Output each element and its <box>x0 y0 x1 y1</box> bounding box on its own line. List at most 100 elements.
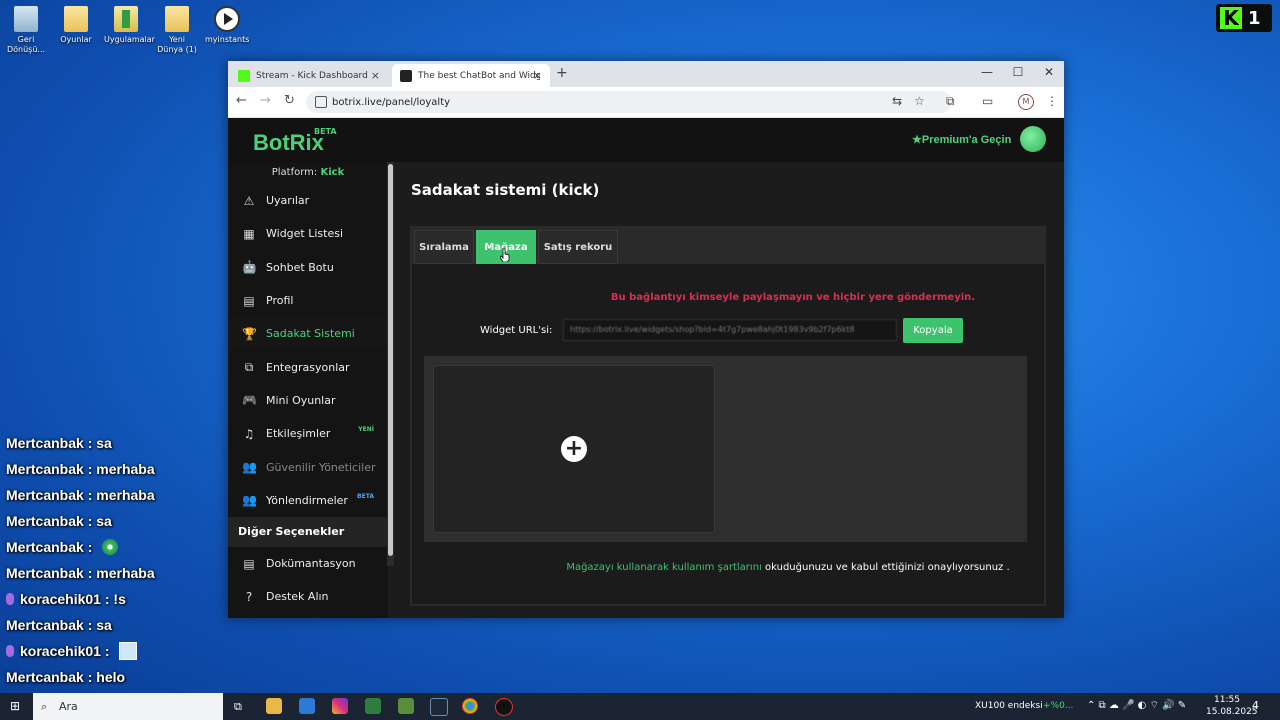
chat-separator: : <box>83 435 97 451</box>
chat-separator: : <box>83 513 97 529</box>
maximize-button[interactable]: ☐ <box>1003 65 1033 79</box>
search-placeholder: Ara <box>59 700 78 713</box>
widget-url-field[interactable]: https://botrix.live/widgets/shop?bid=4t7… <box>563 319 897 341</box>
copy-button[interactable]: Kopyala <box>903 318 963 343</box>
sidebar-item-yonlendirmeler[interactable]: 👥 Yönlendirmeler BETA <box>228 484 388 517</box>
viewer-count: 1 <box>1248 7 1261 29</box>
tab-botrix[interactable]: The best ChatBot and Widgets × <box>392 64 550 87</box>
loyalty-tabs: Sıralama Mağaza Satış rekoru <box>412 228 1044 264</box>
desktop-icon-yeni-dunya[interactable]: Yeni Dünya (1) <box>155 6 199 55</box>
chat-separator: : <box>83 539 97 555</box>
user-avatar[interactable] <box>1020 126 1046 152</box>
clock-time[interactable]: 11:55 <box>1214 695 1240 705</box>
gamepad-icon: 🎮 <box>242 393 257 408</box>
clock-date[interactable]: 15.08.2025 <box>1206 707 1258 717</box>
taskbar-search[interactable]: ⌕ Ara <box>33 693 223 720</box>
close-window-button[interactable]: ✕ <box>1034 65 1064 79</box>
book-icon: ▤ <box>243 556 255 571</box>
menu-icon[interactable]: ⋮ <box>1046 94 1058 108</box>
profile-avatar[interactable]: M <box>1018 94 1034 110</box>
close-tab-icon[interactable]: × <box>371 69 380 82</box>
scrollbar-thumb[interactable] <box>388 164 393 556</box>
kick-favicon-icon <box>238 69 250 82</box>
plus-icon[interactable]: + <box>561 436 587 462</box>
sidebar-item-widget-listesi[interactable]: ▦ Widget Listesi <box>228 217 388 250</box>
minimize-button[interactable]: — <box>972 65 1002 79</box>
tab-title: Stream - Kick Dashboard <box>256 70 368 81</box>
desktop-icon-label: myinstants <box>205 35 250 44</box>
store-icon[interactable] <box>299 698 315 714</box>
new-badge: YENİ <box>358 426 374 434</box>
site-info-icon[interactable] <box>315 96 327 108</box>
sidebar-scrollbar[interactable] <box>387 162 394 566</box>
minecraft-launcher-icon[interactable] <box>365 698 381 714</box>
browser-window: Stream - Kick Dashboard × The best ChatB… <box>228 61 1064 618</box>
sidebar-item-sohbet-botu[interactable]: 🤖 Sohbet Botu <box>228 251 388 284</box>
windows-start-icon[interactable]: ⊞ <box>10 699 20 713</box>
chat-message: koracehik01 : !s <box>6 586 155 612</box>
platform-indicator: Platform: Kick <box>228 162 388 184</box>
sidebar-item-profil[interactable]: ▤ Profil <box>228 284 388 317</box>
chat-separator: : <box>100 591 114 607</box>
obs-icon[interactable] <box>495 698 513 716</box>
desktop-icon-oyunlar[interactable]: Oyunlar <box>54 6 98 45</box>
chat-separator: : <box>83 461 97 477</box>
chat-username: Mertcanbak <box>6 513 84 529</box>
terms-link[interactable]: Mağazayı kullanarak kullanım şartlarını <box>566 562 762 573</box>
desktop-icon-recycle-bin[interactable]: Geri Dönüşü... <box>4 6 48 55</box>
desktop-icon-myinstants[interactable]: myinstants <box>205 6 249 45</box>
folder-icon <box>165 6 189 32</box>
premium-link[interactable]: ★Premium'a Geçin <box>912 133 1011 146</box>
extensions-icon[interactable]: ⧉ <box>946 94 955 109</box>
tab-siralama[interactable]: Sıralama <box>414 230 474 264</box>
main-content: Sadakat sistemi (kick) Sıralama Mağaza S… <box>394 162 1064 618</box>
translate-icon[interactable]: ⇆ <box>892 94 902 108</box>
widget-url-label: Widget URL'si: <box>480 325 553 336</box>
chat-separator: : <box>83 565 97 581</box>
reload-button[interactable]: ↻ <box>284 93 295 108</box>
desktop-icon-label: Yeni Dünya (1) <box>157 35 197 54</box>
subscriber-badge-icon <box>6 593 14 605</box>
chat-message: Mertcanbak : sa <box>6 430 155 456</box>
new-tab-button[interactable]: + <box>556 65 568 81</box>
sidebar-item-label: Uyarılar <box>266 194 310 208</box>
integration-icon: ⧉ <box>244 359 254 374</box>
chrome-icon[interactable] <box>462 698 478 714</box>
minecraft-icon[interactable] <box>398 698 414 714</box>
chat-separator: : <box>83 617 97 633</box>
cast-icon[interactable]: ▭ <box>982 94 993 108</box>
tab-kick-dashboard[interactable]: Stream - Kick Dashboard × <box>230 64 388 87</box>
sidebar-item-destek-alin[interactable]: ? Destek Alın <box>228 580 388 613</box>
chat-username: Mertcanbak <box>6 539 84 555</box>
notification-icon[interactable]: 4 <box>1252 699 1259 712</box>
chat-text: sa <box>96 435 112 451</box>
chat-separator: : <box>83 669 97 685</box>
sidebar-item-sadakat-sistemi[interactable]: 🏆 Sadakat Sistemi <box>228 317 388 351</box>
sidebar-item-entegrasyonlar[interactable]: ⧉ Entegrasyonlar <box>228 350 388 383</box>
back-button[interactable]: ← <box>236 93 247 108</box>
chat-username: koracehik01 <box>20 591 101 607</box>
close-tab-icon[interactable]: × <box>533 69 542 82</box>
file-explorer-icon[interactable] <box>266 698 282 714</box>
sidebar-item-uyarilar[interactable]: ⚠ Uyarılar <box>228 184 388 217</box>
instagram-icon[interactable] <box>332 698 348 714</box>
bookmark-star-icon[interactable]: ☆ <box>914 94 925 108</box>
chat-message: Mertcanbak : merhaba <box>6 482 155 508</box>
tray-icons[interactable]: ⌃ ⧉ ☁ 🎤 ◐ ⌔ 🔊 ✎ <box>1087 699 1186 712</box>
sidebar-item-dokumantasyon[interactable]: ▤ Dokümantasyon <box>228 547 388 580</box>
task-view-icon[interactable]: ⧉ <box>234 700 242 714</box>
terms-notice: Mağazayı kullanarak kullanım şartlarını … <box>412 562 1044 573</box>
tab-satis-rekoru[interactable]: Satış rekoru <box>538 230 618 264</box>
sidebar-item-etkilesimler[interactable]: ♫ Etkileşimler YENİ <box>228 417 388 450</box>
steam-icon[interactable] <box>430 698 448 716</box>
sidebar-item-label: Mini Oyunlar <box>266 393 336 407</box>
stock-ticker[interactable]: XU100 endeksi <box>975 701 1043 711</box>
url-input[interactable]: botrix.live/panel/loyalty <box>306 91 952 113</box>
grid-icon: ▦ <box>243 226 255 241</box>
add-item-card[interactable]: + <box>433 365 715 533</box>
sidebar-item-mini-oyunlar[interactable]: 🎮 Mini Oyunlar <box>228 384 388 417</box>
sidebar-item-label: Entegrasyonlar <box>266 360 350 374</box>
forward-button[interactable]: → <box>260 93 271 108</box>
desktop-icon-uygulamalar[interactable]: Uygulamalar <box>104 6 155 45</box>
sidebar-item-guvenilir-yoneticiler[interactable]: 👥 Güvenilir Yöneticiler <box>228 450 388 483</box>
